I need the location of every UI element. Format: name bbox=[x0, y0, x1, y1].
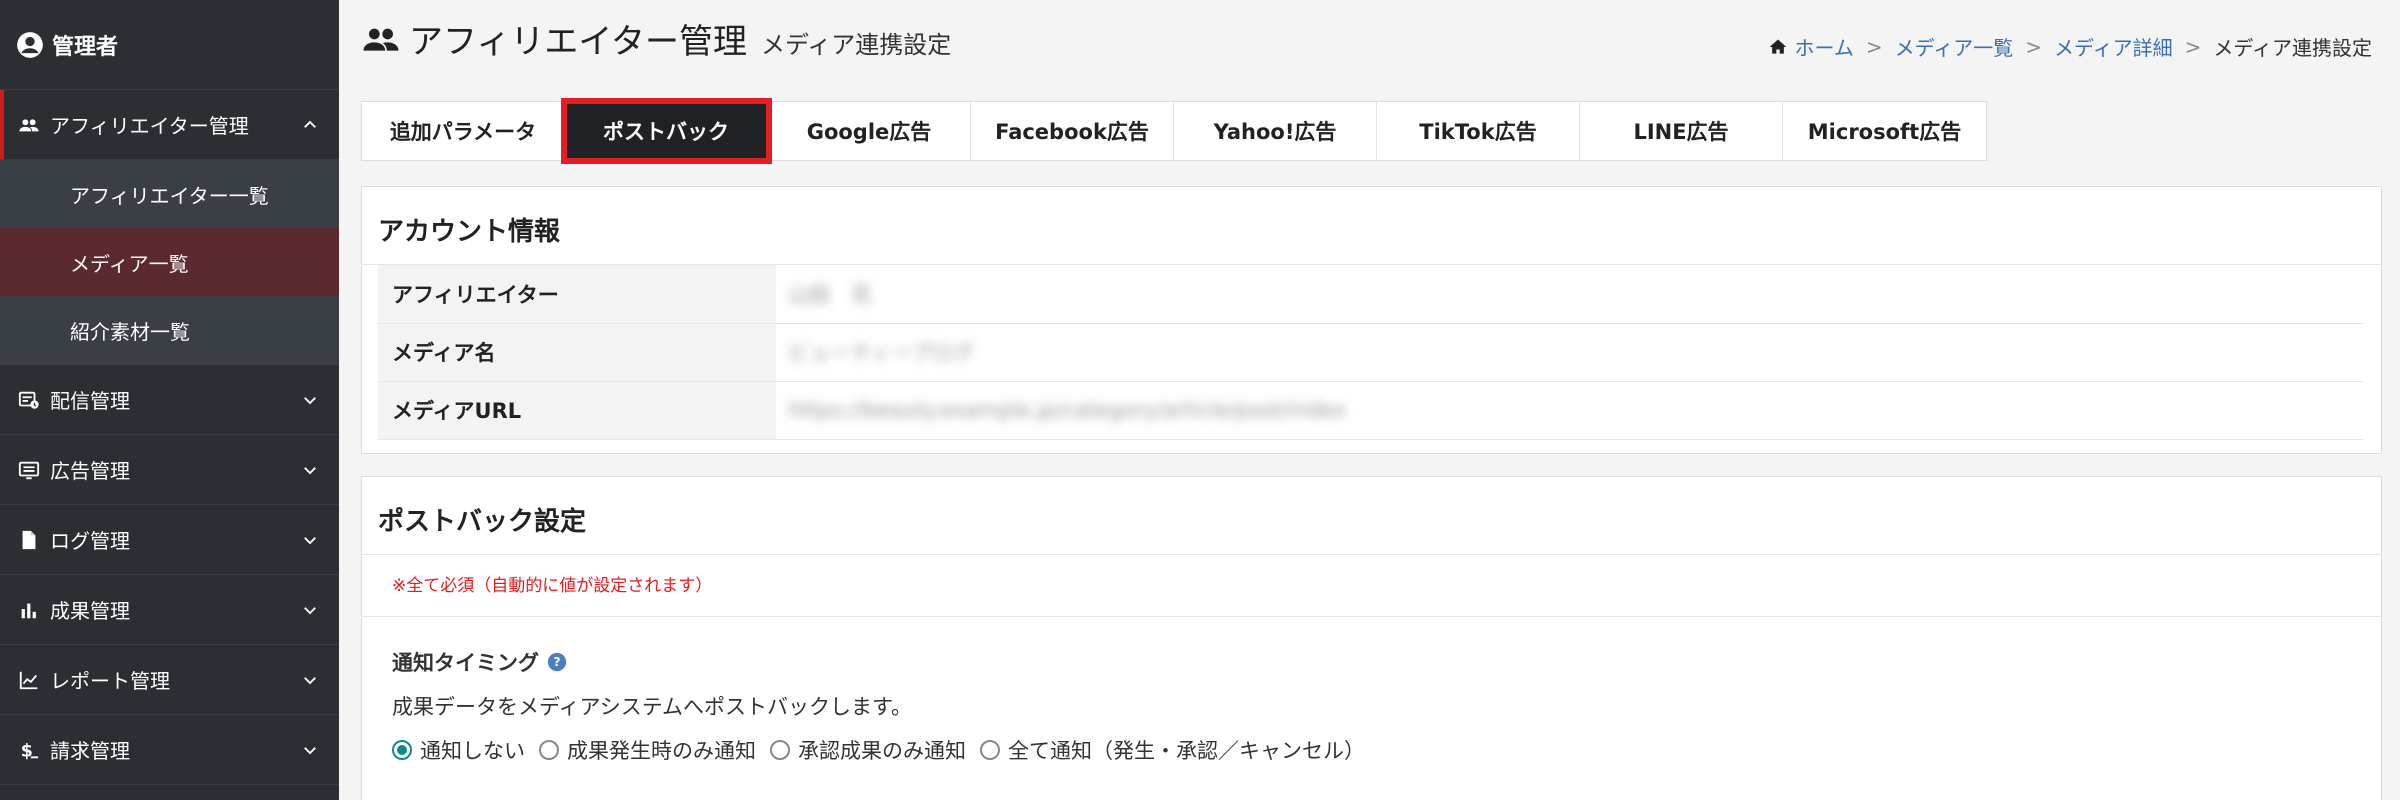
radio-notify-on-occurrence[interactable]: 成果発生時のみ通知 bbox=[539, 735, 756, 765]
radio-notify-approved-only[interactable]: 承認成果のみ通知 bbox=[770, 735, 966, 765]
sidebar-subitem-label: アフィリエイター一覧 bbox=[70, 183, 269, 208]
sidebar-item-ads[interactable]: 広告管理 bbox=[0, 435, 339, 505]
media-name-value-cell: ビューティーブログ bbox=[776, 323, 2363, 382]
document-icon bbox=[22, 530, 36, 549]
sidebar-item-label: レポート管理 bbox=[50, 669, 170, 693]
notification-timing-label: 通知タイミング bbox=[392, 651, 539, 675]
sidebar-subitem-label: メディア一覧 bbox=[70, 251, 189, 276]
page-header: アフィリエイター管理 メディア連携設定 bbox=[361, 14, 951, 63]
radio-no-notify[interactable]: 通知しない bbox=[392, 735, 525, 765]
table-row: メディア名 ビューティーブログ bbox=[378, 323, 2363, 382]
help-icon[interactable]: ? bbox=[547, 652, 567, 672]
radio-label: 成果発生時のみ通知 bbox=[567, 739, 756, 763]
chevron-down-icon bbox=[304, 396, 316, 404]
sidebar-submenu: アフィリエイター一覧 メディア一覧 紹介素材一覧 bbox=[0, 160, 339, 365]
table-row: アフィリエイター 山田 花 bbox=[378, 265, 2363, 324]
chevron-down-icon bbox=[304, 466, 316, 474]
radio-dot[interactable] bbox=[980, 740, 1000, 760]
media-name-label: メディア名 bbox=[378, 323, 776, 382]
affiliate-value-cell: 山田 花 bbox=[776, 265, 2363, 324]
tab-tiktok-ads[interactable]: TikTok広告 bbox=[1377, 102, 1580, 160]
tab-postback[interactable]: ポストバック bbox=[561, 98, 772, 164]
breadcrumb-home[interactable]: ホーム bbox=[1794, 32, 1853, 61]
sidebar-item-reports[interactable]: レポート管理 bbox=[0, 645, 339, 715]
sidebar-item-affiliate[interactable]: アフィリエイター管理 bbox=[0, 90, 339, 160]
page-title: アフィリエイター管理 bbox=[409, 22, 747, 62]
sidebar-item-billing[interactable]: $ 請求管理 bbox=[0, 715, 339, 785]
sidebar-subitem-affiliate-list[interactable]: アフィリエイター一覧 bbox=[0, 160, 339, 228]
home-icon bbox=[1770, 39, 1787, 54]
radio-label: 通知しない bbox=[420, 739, 525, 763]
breadcrumb-separator: > bbox=[1865, 34, 1883, 59]
tab-facebook-ads[interactable]: Facebook広告 bbox=[971, 102, 1174, 160]
table-row: メディアURL https://beauty.example.jp/catego… bbox=[378, 381, 2363, 440]
ad-icon bbox=[18, 461, 40, 479]
postback-settings-panel: ポストバック設定 ※全て必須（自動的に値が設定されます） 通知タイミング ? 成… bbox=[361, 476, 2382, 800]
radio-dot[interactable] bbox=[770, 740, 790, 760]
radio-dot[interactable] bbox=[392, 740, 412, 760]
tab-line-ads[interactable]: LINE広告 bbox=[1580, 102, 1783, 160]
line-chart-icon bbox=[19, 671, 38, 689]
media-url-label: メディアURL bbox=[378, 381, 776, 440]
sidebar-user[interactable]: 管理者 bbox=[0, 0, 339, 90]
people-icon bbox=[19, 118, 39, 131]
breadcrumb-separator: > bbox=[2184, 34, 2202, 59]
sidebar-subitem-material-list[interactable]: 紹介素材一覧 bbox=[0, 296, 339, 364]
affiliate-label: アフィリエイター bbox=[378, 265, 776, 324]
media-url-value: https://beauty.example.jp/category/artic… bbox=[788, 398, 1347, 422]
breadcrumb-current: メディア連携設定 bbox=[2213, 36, 2372, 60]
postback-settings-heading: ポストバック設定 bbox=[362, 477, 2381, 555]
sidebar: 管理者 アフィリエイター管理 アフィリエイター一覧 メディア一覧 紹介素材一覧 … bbox=[0, 0, 339, 800]
breadcrumb-media-list[interactable]: メディア一覧 bbox=[1895, 32, 2014, 61]
required-note: ※全て必須（自動的に値が設定されます） bbox=[362, 555, 2381, 617]
bar-chart-icon bbox=[21, 603, 36, 618]
account-info-heading: アカウント情報 bbox=[362, 187, 2381, 265]
tab-microsoft-ads[interactable]: Microsoft広告 bbox=[1783, 102, 1986, 160]
integration-tabs: 追加パラメータ ポストバック Google広告 Facebook広告 Yahoo… bbox=[361, 98, 1987, 164]
chevron-down-icon bbox=[304, 606, 316, 614]
affiliate-value: 山田 花 bbox=[788, 282, 872, 307]
account-circle-icon bbox=[17, 31, 43, 58]
sidebar-subitem-label: 紹介素材一覧 bbox=[70, 319, 190, 344]
sidebar-subitem-media-list[interactable]: メディア一覧 bbox=[0, 228, 339, 296]
radio-notify-all[interactable]: 全て通知（発生・承認／キャンセル） bbox=[980, 735, 1365, 765]
schedule-icon bbox=[18, 391, 39, 409]
sidebar-item-label: 請求管理 bbox=[50, 739, 130, 763]
media-url-value-cell: https://beauty.example.jp/category/artic… bbox=[776, 381, 2363, 440]
tab-yahoo-ads[interactable]: Yahoo!広告 bbox=[1174, 102, 1377, 160]
breadcrumb: ホーム > メディア一覧 > メディア詳細 > メディア連携設定 bbox=[1768, 32, 2372, 61]
tab-additional-params[interactable]: 追加パラメータ bbox=[362, 102, 565, 160]
account-info-table: アフィリエイター 山田 花 メディア名 ビューティーブログ メディアURL ht… bbox=[378, 265, 2363, 440]
breadcrumb-separator: > bbox=[2025, 34, 2043, 59]
radio-label: 全て通知（発生・承認／キャンセル） bbox=[1008, 739, 1365, 763]
people-icon bbox=[363, 28, 399, 51]
chevron-down-icon bbox=[304, 746, 316, 754]
sidebar-item-label: 成果管理 bbox=[50, 599, 130, 623]
radio-label: 承認成果のみ通知 bbox=[798, 739, 966, 763]
sidebar-item-results[interactable]: 成果管理 bbox=[0, 575, 339, 645]
page-subtitle: メディア連携設定 bbox=[760, 31, 952, 59]
sidebar-item-logs[interactable]: ログ管理 bbox=[0, 505, 339, 575]
notification-timing-label-row: 通知タイミング ? bbox=[362, 617, 2381, 677]
dollar-icon: $ bbox=[21, 741, 39, 761]
tab-google-ads[interactable]: Google広告 bbox=[768, 102, 971, 160]
svg-text:?: ? bbox=[553, 654, 560, 669]
sidebar-user-name: 管理者 bbox=[52, 34, 119, 60]
chevron-up-icon bbox=[304, 120, 316, 128]
main-content: アフィリエイター管理 メディア連携設定 ホーム > メディア一覧 > メディア詳… bbox=[339, 0, 2400, 800]
chevron-down-icon bbox=[304, 676, 316, 684]
radio-dot[interactable] bbox=[539, 740, 559, 760]
notification-timing-options: 通知しない 成果発生時のみ通知 承認成果のみ通知 全て通知（発生・承認／キャンセ… bbox=[362, 721, 2381, 765]
sidebar-item-label: 配信管理 bbox=[50, 389, 130, 413]
chevron-down-icon bbox=[304, 536, 316, 544]
notification-description: 成果データをメディアシステムへポストバックします。 bbox=[392, 695, 912, 719]
account-info-panel: アカウント情報 アフィリエイター 山田 花 メディア名 ビューティーブログ メデ… bbox=[361, 186, 2382, 454]
media-name-value: ビューティーブログ bbox=[788, 341, 975, 365]
sidebar-item-label: 広告管理 bbox=[50, 459, 130, 483]
sidebar-item-label: アフィリエイター管理 bbox=[50, 114, 249, 138]
sidebar-item-distribution[interactable]: 配信管理 bbox=[0, 365, 339, 435]
sidebar-item-label: ログ管理 bbox=[50, 529, 130, 553]
breadcrumb-media-detail[interactable]: メディア詳細 bbox=[2054, 32, 2173, 61]
